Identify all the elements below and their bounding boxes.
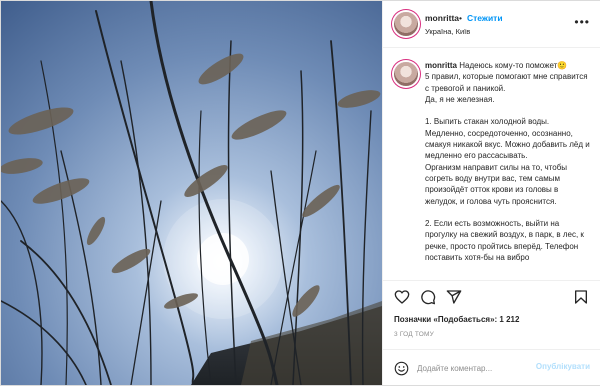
caption-line: 2. Если есть возможность, выйти на прогу… — [425, 219, 584, 263]
post-caption: monritta Надеюсь кому-то поможет🙂 5 прав… — [425, 60, 590, 263]
paper-plane-icon[interactable] — [446, 289, 462, 305]
caption-line: Да, я не железная. — [425, 94, 495, 104]
caption-line: 5 правил, которые помогают мне справится… — [425, 72, 588, 93]
post-timestamp[interactable]: 3 ГОД ТОМУ — [394, 331, 434, 338]
comment-input[interactable] — [417, 360, 527, 376]
photo-reeds-sky — [1, 1, 382, 385]
separator-dot: • — [459, 13, 462, 23]
bookmark-icon[interactable] — [573, 289, 589, 305]
avatar[interactable] — [394, 62, 418, 86]
post-side-panel: monritta • Стежити Україна, Київ ••• mon… — [382, 1, 600, 385]
caption-line: Организм направит силы на то, чтобы согр… — [425, 162, 568, 206]
add-comment-bar: Опублікувати — [383, 349, 600, 386]
comments-scroll-area[interactable]: monritta Надеюсь кому-то поможет🙂 5 прав… — [383, 48, 600, 280]
post-header: monritta • Стежити Україна, Київ ••• — [383, 1, 600, 48]
avatar[interactable] — [394, 12, 418, 36]
more-horizontal-icon[interactable]: ••• — [574, 15, 590, 29]
likes-count[interactable]: Позначки «Подобається»: 1 212 — [394, 315, 519, 324]
post-photo[interactable] — [1, 1, 382, 385]
caption-username[interactable]: monritta — [425, 61, 457, 70]
caption-line: Надеюсь кому-то поможет🙂 — [459, 61, 568, 70]
caption-line: 1. Выпить стакан холодной воды. Медленно… — [425, 117, 590, 161]
smiley-icon[interactable] — [394, 361, 409, 376]
post-actions — [383, 280, 600, 311]
post-location[interactable]: Україна, Київ — [425, 27, 470, 36]
follow-button[interactable]: Стежити — [467, 13, 503, 23]
post-dialog: monritta • Стежити Україна, Київ ••• mon… — [0, 0, 600, 386]
author-username[interactable]: monritta — [425, 13, 459, 23]
heart-icon[interactable] — [394, 289, 410, 305]
publish-button[interactable]: Опублікувати — [536, 362, 590, 371]
comment-icon[interactable] — [420, 289, 436, 305]
